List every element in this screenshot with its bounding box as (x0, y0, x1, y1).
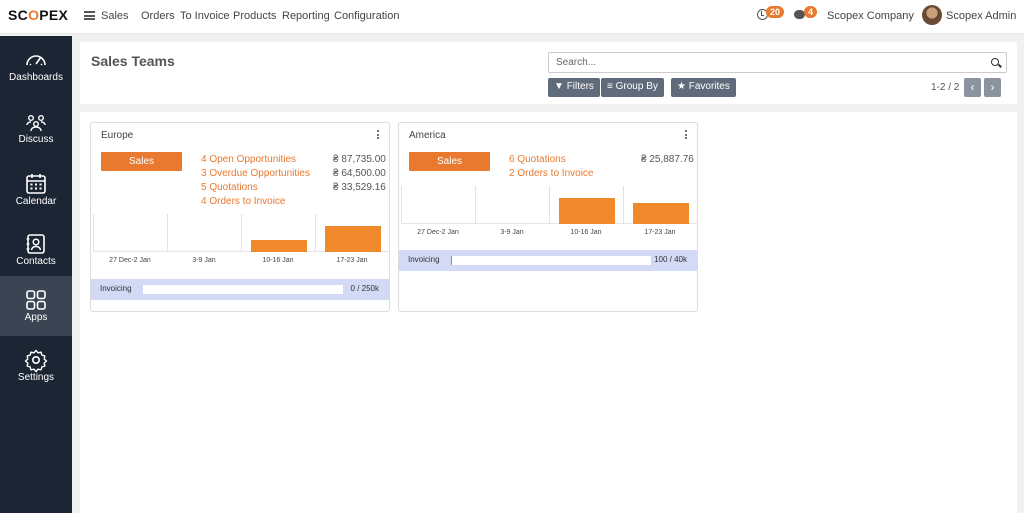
chevron-right-icon: › (990, 80, 995, 94)
graph-column (241, 214, 315, 252)
group-by-button[interactable]: ≡ Group By (601, 78, 664, 97)
team-card-america[interactable]: America Sales 6 Quotations 2 Orders to I… (398, 122, 698, 312)
overdue-opportunities-link[interactable]: 3 Overdue Opportunities (201, 168, 311, 179)
team-name: Europe (101, 130, 134, 141)
favorites-button[interactable]: ★ Favorites (671, 78, 736, 97)
quotations-link[interactable]: 5 Quotations (201, 182, 258, 193)
graph-bar[interactable] (251, 240, 307, 252)
star-icon: ★ (677, 81, 686, 92)
search-placeholder: Search... (556, 57, 597, 68)
graph-column (401, 186, 475, 224)
sidebar-item-discuss[interactable]: Discuss (0, 98, 72, 158)
graph-tick-label: 17-23 Jan (336, 257, 368, 264)
graph-tick-label: 27 Dec-2 Jan (417, 229, 459, 236)
sidebar-item-label: Calendar (15, 196, 57, 207)
sidebar-item-dashboards[interactable]: Dashboards (0, 36, 72, 96)
filter-icon: ▼ (554, 81, 564, 92)
pager-next-button[interactable]: › (984, 78, 1001, 97)
invoicing-bar-fill (451, 256, 453, 265)
sidebar-item-label: Dashboards (9, 72, 63, 83)
nav-reporting[interactable]: Reporting (282, 10, 330, 22)
page-title: Sales Teams (91, 53, 175, 69)
graph-column (549, 186, 623, 224)
orders-to-invoice-link[interactable]: 2 Orders to Invoice (509, 168, 593, 179)
invoicing-bar (451, 256, 651, 265)
graph-tick-label: 27 Dec-2 Jan (109, 257, 151, 264)
open-opportunities-link[interactable]: 4 Open Opportunities (201, 154, 296, 165)
sidebar-item-settings[interactable]: Settings (0, 336, 72, 396)
calendar-icon (26, 174, 46, 194)
nav-to-invoice[interactable]: To Invoice (180, 10, 230, 22)
graph-column (93, 214, 167, 252)
top-navbar: SCOPEX Sales Orders To Invoice Products … (0, 0, 1024, 34)
sidebar-item-apps[interactable]: Apps (0, 276, 72, 336)
sidebar-item-contacts[interactable]: Contacts (0, 220, 72, 280)
invoicing-label: Invoicing (100, 284, 132, 293)
sidebar-item-label: Discuss (18, 134, 54, 145)
quotations-link[interactable]: 6 Quotations (509, 154, 566, 165)
graph-bar[interactable] (325, 226, 381, 252)
invoicing-label: Invoicing (408, 255, 440, 264)
messages-badge: 4 (804, 6, 818, 18)
company-switcher[interactable]: Scopex Company (827, 10, 914, 22)
user-avatar[interactable] (922, 5, 942, 25)
invoicing-bar (143, 285, 343, 294)
list-icon: ≡ (607, 81, 613, 92)
sidebar-item-calendar[interactable]: Calendar (0, 160, 72, 220)
graph-bar[interactable] (559, 198, 615, 224)
nav-orders[interactable]: Orders (141, 10, 175, 22)
amount-overdue: ₴ 64,500.00 (333, 168, 386, 179)
team-card-europe[interactable]: Europe Sales 4 Open Opportunities 3 Over… (90, 122, 390, 312)
sales-analysis-button[interactable]: Sales (409, 152, 490, 171)
sidebar-item-label: Apps (24, 312, 48, 323)
kebab-menu-icon[interactable] (685, 130, 688, 141)
chevron-left-icon: ‹ (970, 80, 975, 94)
graph-column (623, 186, 697, 224)
graph-tick-label: 3-9 Jan (192, 257, 216, 264)
kanban-view: Europe Sales 4 Open Opportunities 3 Over… (80, 112, 1017, 513)
amount-quotations: ₴ 33,529.16 (333, 182, 386, 193)
amount-quotations: ₴ 25,887.76 (641, 154, 694, 165)
filters-button[interactable]: ▼ Filters (548, 78, 600, 97)
pager-previous-button[interactable]: ‹ (964, 78, 981, 97)
amount-open: ₴ 87,735.00 (333, 154, 386, 165)
graph-column (315, 214, 389, 252)
graph-tick-label: 3-9 Jan (500, 229, 524, 236)
pager-value[interactable]: 1-2 / 2 (931, 82, 959, 93)
invoicing-value: 100 / 40k (654, 255, 687, 264)
invoicing-progress[interactable]: Invoicing 100 / 40k (399, 250, 697, 271)
sales-graph[interactable] (93, 214, 389, 252)
sales-graph[interactable] (401, 186, 697, 224)
gauge-icon (26, 55, 46, 66)
sidebar: Dashboards Discuss Calendar Contacts App… (0, 36, 72, 513)
people-icon (26, 114, 46, 132)
control-panel: Sales Teams Search... ▼ Filters ≡ Group … (80, 42, 1017, 104)
graph-tick-label: 10-16 Jan (570, 229, 602, 236)
app-menu-icon[interactable] (84, 11, 95, 20)
sidebar-item-label: Contacts (16, 256, 56, 267)
contact-book-icon (26, 234, 45, 254)
invoicing-progress[interactable]: Invoicing 0 / 250k (91, 279, 389, 300)
graph-column (475, 186, 549, 224)
brand-logo[interactable]: SCOPEX (8, 7, 68, 23)
search-icon[interactable] (991, 58, 999, 66)
nav-products[interactable]: Products (233, 10, 276, 22)
gear-icon (24, 349, 48, 372)
graph-tick-label: 17-23 Jan (644, 229, 676, 236)
sales-analysis-button[interactable]: Sales (101, 152, 182, 171)
orders-to-invoice-link[interactable]: 4 Orders to Invoice (201, 196, 285, 207)
graph-bar[interactable] (633, 202, 689, 224)
search-input[interactable]: Search... (548, 52, 1007, 73)
sidebar-item-label: Settings (17, 372, 55, 383)
user-menu[interactable]: Scopex Admin (946, 10, 1016, 22)
graph-tick-label: 10-16 Jan (262, 257, 294, 264)
team-name: America (409, 130, 446, 141)
grid-icon (26, 290, 46, 310)
nav-sales[interactable]: Sales (101, 10, 129, 22)
activity-badge: 20 (766, 6, 785, 18)
nav-configuration[interactable]: Configuration (334, 10, 399, 22)
kebab-menu-icon[interactable] (377, 130, 380, 141)
invoicing-value: 0 / 250k (350, 284, 379, 293)
graph-column (167, 214, 241, 252)
